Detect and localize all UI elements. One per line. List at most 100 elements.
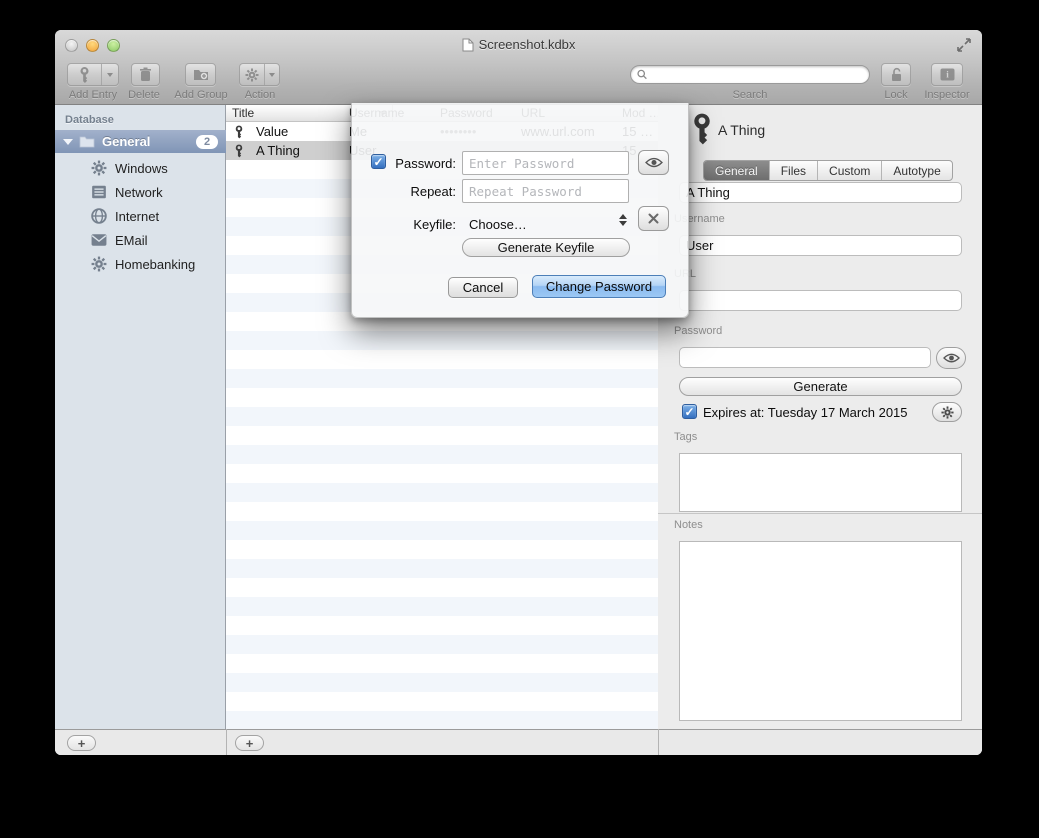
inspector-label: Inspector [915, 89, 979, 101]
fullscreen-icon[interactable] [956, 37, 972, 53]
change-password-button[interactable]: Change Password [532, 275, 666, 298]
key-icon [690, 110, 714, 148]
key-icon [68, 64, 101, 85]
add-group-label: Add Group [171, 89, 231, 101]
tab-autotype[interactable]: Autotype [882, 161, 951, 180]
sidebar-item-label: Windows [115, 161, 168, 176]
notes-textarea[interactable] [679, 541, 962, 721]
gear-icon [240, 64, 264, 85]
enter-password-field[interactable] [462, 151, 629, 175]
sidebar-item-label: Internet [115, 209, 159, 224]
generate-label: Generate [793, 379, 847, 394]
sheet-repeat-label: Repeat: [352, 184, 456, 199]
search-field[interactable] [630, 65, 870, 84]
server-icon [91, 184, 107, 200]
sidebar-item-network[interactable]: Network [55, 180, 226, 204]
generate-keyfile-button[interactable]: Generate Keyfile [462, 238, 630, 257]
bottom-bar-divider [658, 729, 659, 755]
group-count-badge: 2 [196, 135, 218, 149]
add-entry-button[interactable] [67, 63, 119, 86]
key-icon [234, 125, 244, 139]
password-field[interactable] [679, 347, 931, 368]
tab-custom[interactable]: Custom [818, 161, 882, 180]
delete-button[interactable] [131, 63, 160, 86]
add-entry-dropdown[interactable] [101, 64, 118, 85]
generate-password-button[interactable]: Generate [679, 377, 962, 396]
add-group-plus-button[interactable]: + [67, 735, 96, 751]
title-field[interactable] [679, 182, 962, 203]
cancel-button[interactable]: Cancel [448, 277, 518, 298]
titlebar-toolbar: Screenshot.kdbx Add Entry Delete Add Gro… [55, 30, 982, 105]
sheet-reveal-password-button[interactable] [638, 150, 669, 175]
sidebar-group-label: General [102, 134, 150, 149]
cancel-label: Cancel [463, 280, 503, 295]
sidebar-item-internet[interactable]: Internet [55, 204, 226, 228]
expires-checkbox[interactable]: ✓ [682, 404, 697, 419]
bottom-bar-divider [226, 729, 227, 755]
x-icon [648, 213, 659, 224]
envelope-icon [91, 232, 107, 248]
gear-icon [91, 160, 107, 176]
delete-label: Delete [119, 89, 169, 101]
inspector-divider [658, 513, 982, 514]
eye-icon [943, 353, 960, 363]
repeat-password-field[interactable] [462, 179, 629, 203]
globe-icon [91, 208, 107, 224]
change-password-label: Change Password [546, 279, 652, 294]
sidebar-item-email[interactable]: EMail [55, 228, 226, 252]
tab-general[interactable]: General [704, 161, 770, 180]
search-input[interactable] [651, 68, 863, 82]
action-label: Action [229, 89, 291, 101]
cell-title: A Thing [256, 143, 300, 158]
password-label: Password [674, 325, 722, 337]
disclosure-triangle-icon[interactable] [63, 139, 73, 145]
document-icon [462, 38, 474, 52]
keyfile-stepper-icon[interactable] [619, 214, 627, 226]
keyfile-popup[interactable]: Choose… [469, 217, 527, 232]
notes-label: Notes [674, 519, 703, 531]
action-button[interactable] [239, 63, 280, 86]
cell-title: Value [256, 124, 288, 139]
sidebar-item-windows[interactable]: Windows [55, 156, 226, 180]
tags-label: Tags [674, 431, 697, 443]
window-title: Screenshot.kdbx [479, 37, 576, 52]
window-title-line: Screenshot.kdbx [55, 36, 982, 53]
inspector-button[interactable]: i [931, 63, 963, 86]
expires-settings-button[interactable] [932, 402, 962, 422]
inspector-tabs: General Files Custom Autotype [703, 160, 953, 181]
gear-icon [941, 406, 954, 419]
info-icon: i [940, 68, 955, 81]
sidebar-header: Database [65, 114, 114, 126]
tags-textarea[interactable] [679, 453, 962, 512]
folder-plus-icon [193, 68, 209, 81]
clear-keyfile-button[interactable] [638, 206, 669, 231]
gear-icon [91, 256, 107, 272]
action-dropdown[interactable] [264, 64, 279, 85]
desktop: Screenshot.kdbx Add Entry Delete Add Gro… [0, 0, 1039, 838]
search-icon [637, 69, 647, 80]
inspector-entry-title: A Thing [718, 122, 765, 138]
reveal-password-button[interactable] [936, 347, 966, 369]
expires-label: Expires at: Tuesday 17 March 2015 [703, 405, 908, 420]
app-window: Screenshot.kdbx Add Entry Delete Add Gro… [55, 30, 982, 755]
username-field[interactable] [679, 235, 962, 256]
eye-icon [645, 157, 663, 168]
sheet-keyfile-label: Keyfile: [352, 217, 456, 232]
add-entry-plus-button[interactable]: + [235, 735, 264, 751]
sidebar-item-label: EMail [115, 233, 148, 248]
change-password-sheet: ✓ Password: Repeat: Keyfile: Choose… Gen… [351, 103, 689, 318]
tab-files[interactable]: Files [770, 161, 818, 180]
bottom-bar [55, 729, 982, 755]
add-group-button[interactable] [185, 63, 216, 86]
sheet-password-label: Password: [352, 156, 456, 171]
search-label: Search [630, 89, 870, 101]
sidebar-group-general[interactable]: General 2 [55, 130, 226, 153]
sidebar-item-label: Network [115, 185, 163, 200]
url-field[interactable] [679, 290, 962, 311]
folder-icon [79, 136, 95, 148]
key-icon [234, 144, 244, 158]
sidebar-item-homebanking[interactable]: Homebanking [55, 252, 226, 276]
column-header-title[interactable]: Title [232, 106, 254, 120]
trash-icon [139, 67, 152, 82]
lock-button[interactable] [881, 63, 911, 86]
